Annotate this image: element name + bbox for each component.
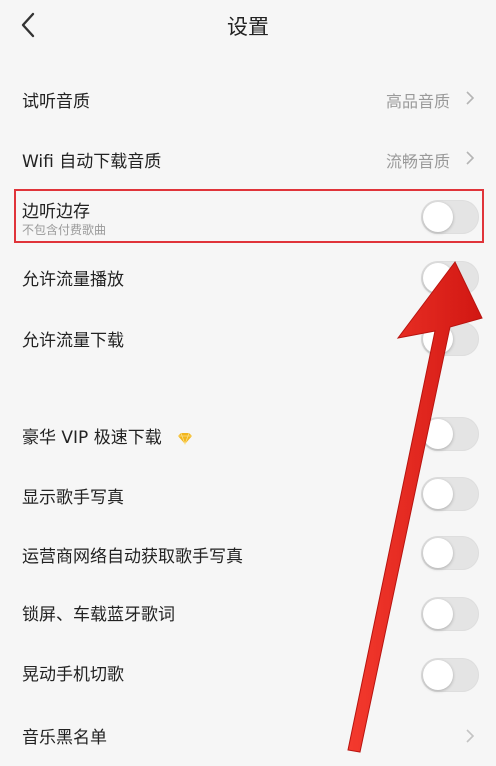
setting-listen-and-save: 边听边存 不包含付费歌曲: [0, 190, 496, 242]
setting-allow-data-play: 允许流量播放: [0, 250, 496, 302]
setting-label: 试听音质: [22, 92, 90, 112]
setting-label: 显示歌手写真: [22, 488, 124, 508]
setting-value: 高品音质: [385, 92, 450, 111]
diamond-icon: [178, 432, 193, 445]
header-bar: 设置: [0, 0, 496, 52]
setting-shake-to-switch: 晃动手机切歌: [0, 645, 496, 697]
page-title: 设置: [227, 15, 269, 39]
setting-label: 晃动手机切歌: [22, 665, 124, 685]
setting-label: 豪华 VIP 极速下载: [22, 428, 162, 448]
toggle-knob: [423, 599, 453, 629]
setting-label: Wifi 自动下载音质: [22, 152, 162, 172]
setting-vip-fast-download: 豪华 VIP 极速下载: [0, 408, 496, 460]
toggle-knob: [423, 660, 453, 690]
chevron-right-icon: [466, 91, 475, 105]
setting-label: 运营商网络自动获取歌手写真: [22, 547, 243, 567]
setting-wifi-download-quality[interactable]: Wifi 自动下载音质 流畅音质: [0, 132, 496, 184]
vip-fast-download-toggle[interactable]: [421, 417, 479, 451]
toggle-knob: [423, 202, 453, 232]
setting-value: 流畅音质: [385, 152, 450, 171]
lock-screen-lyrics-toggle[interactable]: [421, 597, 479, 631]
toggle-knob: [423, 419, 453, 449]
setting-label: 音乐黑名单: [22, 728, 107, 748]
toggle-knob: [423, 324, 453, 354]
allow-data-play-toggle[interactable]: [421, 261, 479, 295]
setting-sublabel: 不包含付费歌曲: [22, 223, 107, 237]
toggle-knob: [423, 538, 453, 568]
shake-to-switch-toggle[interactable]: [421, 658, 479, 692]
setting-label: 允许流量播放: [22, 270, 124, 290]
setting-label-wrap: 豪华 VIP 极速下载: [22, 423, 193, 448]
setting-label: 锁屏、车载蓝牙歌词: [22, 605, 175, 625]
toggle-knob: [423, 479, 453, 509]
show-singer-photo-toggle[interactable]: [421, 477, 479, 511]
setting-lock-screen-lyrics: 锁屏、车载蓝牙歌词: [0, 585, 496, 637]
setting-music-blacklist[interactable]: 音乐黑名单: [0, 708, 496, 760]
setting-label: 允许流量下载: [22, 331, 124, 351]
allow-data-download-toggle[interactable]: [421, 322, 479, 356]
chevron-right-icon: [466, 151, 475, 165]
setting-show-singer-photo: 显示歌手写真: [0, 468, 496, 520]
setting-allow-data-download: 允许流量下载: [0, 311, 496, 363]
setting-audition-quality[interactable]: 试听音质 高品音质: [0, 72, 496, 124]
toggle-knob: [423, 263, 453, 293]
chevron-right-icon: [466, 729, 475, 743]
carrier-auto-photo-toggle[interactable]: [421, 536, 479, 570]
setting-carrier-auto-photo: 运营商网络自动获取歌手写真: [0, 527, 496, 579]
listen-and-save-toggle[interactable]: [421, 200, 479, 234]
setting-label: 边听边存: [22, 202, 90, 222]
